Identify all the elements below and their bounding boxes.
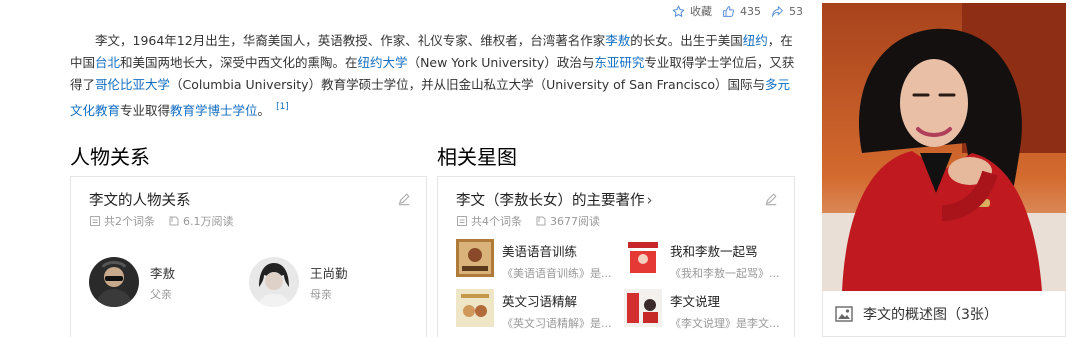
link-new-york[interactable]: 纽约 [743,33,768,48]
intro-text: 专业取得 [120,103,171,118]
thumbs-up-icon [723,5,734,17]
relations-card-title[interactable]: 李文的人物关系 [89,189,191,210]
action-bar: 收藏 435 53 [672,2,813,20]
relations-meta: 共2个词条 6.1万阅读 [90,213,248,229]
reads-count: 3677阅读 [536,213,600,229]
works-card: 李文（李敖长女）的主要著作 › 共4个词条 3677阅读 美语语音训练《美语语音训… [437,176,795,337]
work-title: 英文习语精解 [502,294,578,309]
link-edd[interactable]: 教育学博士学位 [170,103,258,118]
work-desc: 《美语语音训练》是... [502,267,612,280]
work-item[interactable]: 李文说理《李文说理》是李文... [624,289,780,331]
book-cover [624,289,662,327]
edit-pencil-icon[interactable] [764,192,778,206]
entries-icon [90,216,100,226]
person-role: 母亲 [310,287,332,301]
work-desc: 《英文习语精解》是... [502,317,612,330]
share-button[interactable]: 53 [771,5,803,18]
share-icon [772,5,783,17]
work-item[interactable]: 我和李敖一起骂《我和李敖一起骂》... [624,239,780,281]
photo-gallery-link[interactable]: 李文的概述图（3张） [822,291,1066,337]
work-item[interactable]: 英文习语精解《英文习语精解》是... [456,289,612,331]
entries-count: 共2个词条 [90,213,155,229]
summary-photo[interactable] [822,3,1066,291]
relations-card: 李文的人物关系 共2个词条 6.1万阅读 李敖 父亲 王尚勤 母亲 [70,176,427,337]
person-name: 王尚勤 [310,265,348,281]
star-icon [672,5,685,17]
entries-count-text: 共4个词条 [471,215,522,228]
link-east-asian-studies[interactable]: 东亚研究 [594,55,644,70]
intro-paragraph: 李文，1964年12月出生，华裔美国人，英语教授、作家、礼仪专家、维权者，台湾著… [70,30,795,122]
work-title: 我和李敖一起骂 [670,244,758,259]
work-title: 美语语音训练 [502,244,578,259]
intro-text: 的长女。出生于美国 [630,33,743,48]
intro-text: 李文，1964年12月出生，华裔美国人，英语教授、作家、礼仪专家、维权者，台湾著… [95,33,606,48]
intro-text: （Columbia University）教育学硕士学位，并从旧金山私立大学（U… [170,77,765,92]
avatar [249,257,299,307]
link-taipei[interactable]: 台北 [95,55,120,70]
book-cover [456,289,494,327]
avatar [89,257,139,307]
like-button[interactable]: 435 [722,5,761,18]
link-li-ao[interactable]: 李敖 [605,33,630,48]
photo-caption-text: 李文的概述图（3张） [863,306,998,323]
book-icon [169,216,179,226]
entries-icon [457,216,467,226]
intro-text: （New York University）政治与 [407,55,595,70]
link-columbia[interactable]: 哥伦比亚大学 [95,77,170,92]
works-card-title[interactable]: 李文（李敖长女）的主要著作 › [456,189,653,210]
image-gallery-icon [835,305,853,322]
intro-text: 和美国两地长大，深受中西文化的熏陶。在 [120,55,358,70]
work-title: 李文说理 [670,294,721,309]
reads-text: 3677阅读 [550,215,600,228]
chevron-right-icon: › [646,191,653,209]
work-item[interactable]: 美语语音训练《美语语音训练》是... [456,239,612,281]
reads-text: 6.1万阅读 [183,215,234,228]
share-count: 53 [789,4,803,18]
intro-text: 。 [257,103,271,118]
entries-count: 共4个词条 [457,213,522,229]
person-wang-shang-qin[interactable]: 王尚勤 母亲 [249,257,348,307]
reference-link[interactable]: [1] [276,102,289,112]
person-role: 父亲 [150,287,172,301]
reads-count: 6.1万阅读 [169,213,234,229]
work-desc: 《我和李敖一起骂》... [670,267,780,280]
edit-pencil-icon[interactable] [397,192,411,206]
book-icon [536,216,546,226]
works-card-title-text: 李文（李敖长女）的主要著作 [456,193,645,209]
person-li-ao[interactable]: 李敖 父亲 [89,257,175,307]
link-nyu[interactable]: 纽约大学 [358,55,408,70]
book-cover [456,239,494,277]
work-desc: 《李文说理》是李文... [670,317,780,330]
relations-section-title: 人物关系 [70,145,150,169]
works-meta: 共4个词条 3677阅读 [457,213,614,229]
book-cover [624,239,662,277]
works-section-title: 相关星图 [437,145,517,169]
favorite-label: 收藏 [690,5,712,18]
person-name: 李敖 [150,265,176,281]
like-count: 435 [740,4,761,18]
favorite-button[interactable]: 收藏 [672,3,712,19]
entries-count-text: 共2个词条 [104,215,155,228]
